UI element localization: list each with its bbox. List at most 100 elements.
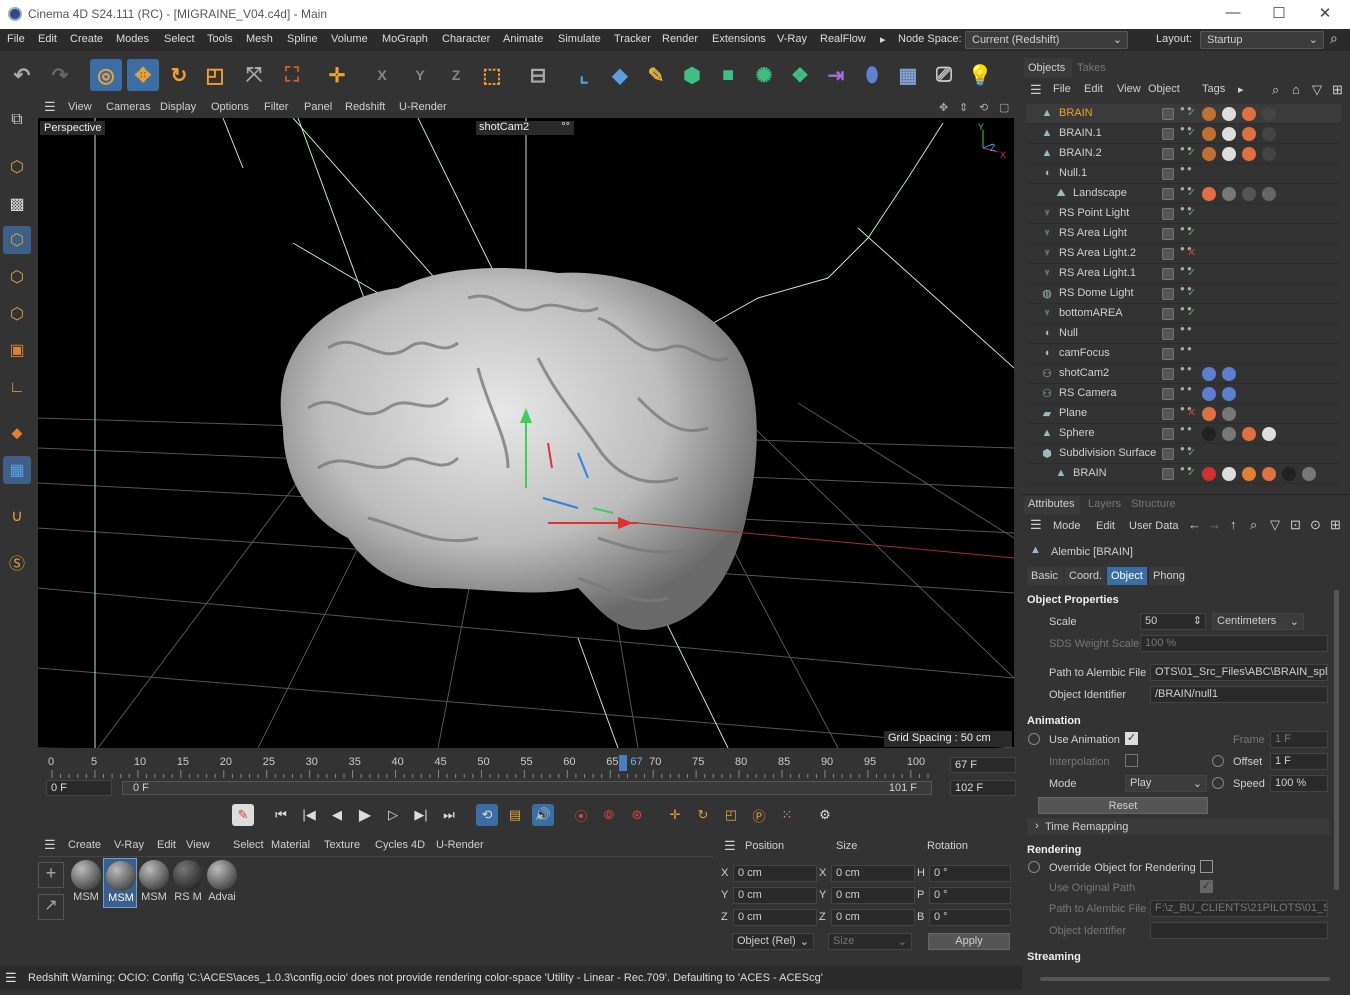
enabled-check-icon[interactable]: ✓ [1187,266,1196,279]
next-frame-icon[interactable]: ▷ [382,804,404,826]
material-menu-view[interactable]: View [186,839,210,851]
layer-icon[interactable] [1162,268,1174,280]
attr-menu-mode[interactable]: Mode [1053,520,1081,532]
subtab-basic[interactable]: Basic [1027,567,1063,585]
alembic-path2-input[interactable]: F:\z_BU_CLIENTS\21PILOTS\01_Src_F [1150,900,1328,917]
use-original-path-checkbox[interactable]: ✓ [1200,880,1213,893]
menu-render[interactable]: Render [662,33,698,45]
tag-icon[interactable] [1202,367,1216,381]
texture-mode-icon[interactable]: ▩ [3,190,31,218]
playhead[interactable] [619,755,628,771]
mode-select[interactable]: Play ⌄ [1125,775,1207,792]
field-icon[interactable]: ⬮ [856,59,888,91]
layer-icon[interactable] [1162,308,1174,320]
current-frame-field[interactable]: 67 F [950,757,1016,773]
enabled-check-icon[interactable]: ✓ [1187,186,1196,199]
layer-icon[interactable] [1162,328,1174,340]
material-menu-cycles-4d[interactable]: Cycles 4D [375,839,425,851]
hamburger-icon[interactable]: ☰ [1030,517,1042,533]
viewport-menu-redshift[interactable]: Redshift [345,101,385,113]
tag-icon[interactable] [1202,107,1216,121]
hamburger-icon[interactable]: ☰ [44,837,56,853]
minimize-button[interactable]: — [1222,4,1244,24]
attr-menu-userdata[interactable]: User Data [1129,520,1179,532]
go-to-end-icon[interactable]: ⏭ [438,804,460,826]
up-arrow-icon[interactable]: ↑ [1230,517,1237,532]
menu-mesh[interactable]: Mesh [246,33,273,45]
tag-icon[interactable] [1222,427,1236,441]
y-axis-lock-icon[interactable]: Y [404,59,436,91]
alembic-path-input[interactable]: OTS\01_Src_Files\ABC\BRAIN_split_2 [1150,664,1328,681]
menu-tools[interactable]: Tools [207,33,233,45]
rotate-view-icon[interactable]: ⟲ [979,101,988,114]
sound-icon[interactable]: 🔊 [532,804,554,826]
search-icon[interactable]: ⌕ [1330,30,1338,47]
position-y-input[interactable]: 0 cm [733,887,817,904]
object-row[interactable]: ▲ BRAIN.2 ● ● ✓ [1026,144,1341,164]
tag-icon[interactable] [1242,187,1256,201]
prev-frame-icon[interactable]: ◀ [326,804,348,826]
hamburger-icon[interactable]: ☰ [44,99,56,115]
prev-key-icon[interactable]: |◀ [298,804,320,826]
move-view-icon[interactable]: ✥ [939,101,948,114]
redo-icon[interactable]: ↷ [44,59,76,91]
search-icon[interactable]: ⌕ [1250,517,1257,533]
apply-button[interactable]: Apply [928,933,1010,950]
snap-icon[interactable]: Ⓢ [3,548,31,576]
reset-button[interactable]: Reset [1038,797,1208,814]
tag-icon[interactable] [1222,387,1236,401]
menu-file[interactable]: File [7,33,25,45]
layer-icon[interactable] [1162,248,1174,260]
viewport-menu-u-render[interactable]: U-Render [399,101,447,113]
tag-icon[interactable] [1202,127,1216,141]
tag-icon[interactable] [1222,367,1236,381]
layer-icon[interactable] [1162,128,1174,140]
tag-icon[interactable] [1222,407,1236,421]
coordinate-system-icon[interactable]: ⬚ [476,59,508,91]
polygons-mode-icon[interactable]: ⬡ [3,300,31,328]
tag-icon[interactable] [1242,127,1256,141]
menu-tracker[interactable]: Tracker [614,33,651,45]
start-frame-field[interactable]: 0 F [46,780,112,796]
menu-spline[interactable]: Spline [287,33,318,45]
new-window-icon[interactable]: ⊞ [1332,82,1343,98]
material-menu-texture[interactable]: Texture [324,839,360,851]
z-axis-lock-icon[interactable]: Z [440,59,472,91]
position-x-input[interactable]: 0 cm [733,865,817,882]
enabled-check-icon[interactable]: ✓ [1187,226,1196,239]
layout-select[interactable]: Startup ⌄ [1200,31,1324,49]
material-menu-material[interactable]: Material [271,839,310,851]
home-icon[interactable]: ⌂ [1292,82,1300,97]
scale-unit-select[interactable]: Centimeters ⌄ [1212,613,1304,630]
material-menu-u-render[interactable]: U-Render [436,839,484,851]
transform-tool-icon[interactable]: ⤧ [238,59,270,91]
cube-icon[interactable]: ◆ [604,59,636,91]
layer-icon[interactable] [1162,368,1174,380]
camera-icon[interactable]: ⎚ [928,59,960,91]
make-editable-icon[interactable]: ⧉ [3,106,31,134]
rotation-h-input[interactable]: 0 ° [929,865,1011,882]
subtab-coord[interactable]: Coord. [1065,567,1105,585]
object-row[interactable]: ▰ Plane ● ● ✕ [1026,404,1341,424]
size-y-input[interactable]: 0 cm [831,887,915,904]
motion-system-icon[interactable]: ⚙ [814,804,836,826]
workplane-icon[interactable]: ⬥ [3,420,31,448]
object-row[interactable]: ◖ camFocus ● ● [1026,344,1341,364]
frame-range-bar[interactable]: 0 F 101 F [122,781,932,795]
keyframe-icon[interactable]: ✎ [232,804,254,826]
keyframe-selection-icon[interactable]: ⊛ [626,804,648,826]
filter-icon[interactable]: ▽ [1312,82,1322,98]
rotation-p-input[interactable]: 0 ° [929,887,1011,904]
tab-takes[interactable]: Takes [1077,62,1106,74]
layer-icon[interactable] [1162,388,1174,400]
expand-icon[interactable]: ↗ [38,894,64,920]
tab-attributes[interactable]: Attributes [1028,498,1074,510]
object-row[interactable]: ♆ RS Area Light.2 ● ● ✕ [1026,244,1341,264]
override-radio[interactable] [1028,861,1040,873]
layer-icon[interactable] [1162,188,1174,200]
tag-icon[interactable] [1242,147,1256,161]
subdivision-icon[interactable]: ⬢ [676,59,708,91]
time-remapping-group[interactable]: › Time Remapping [1027,818,1329,835]
key-scale-icon[interactable]: ◰ [720,804,742,826]
tag-icon[interactable] [1222,127,1236,141]
